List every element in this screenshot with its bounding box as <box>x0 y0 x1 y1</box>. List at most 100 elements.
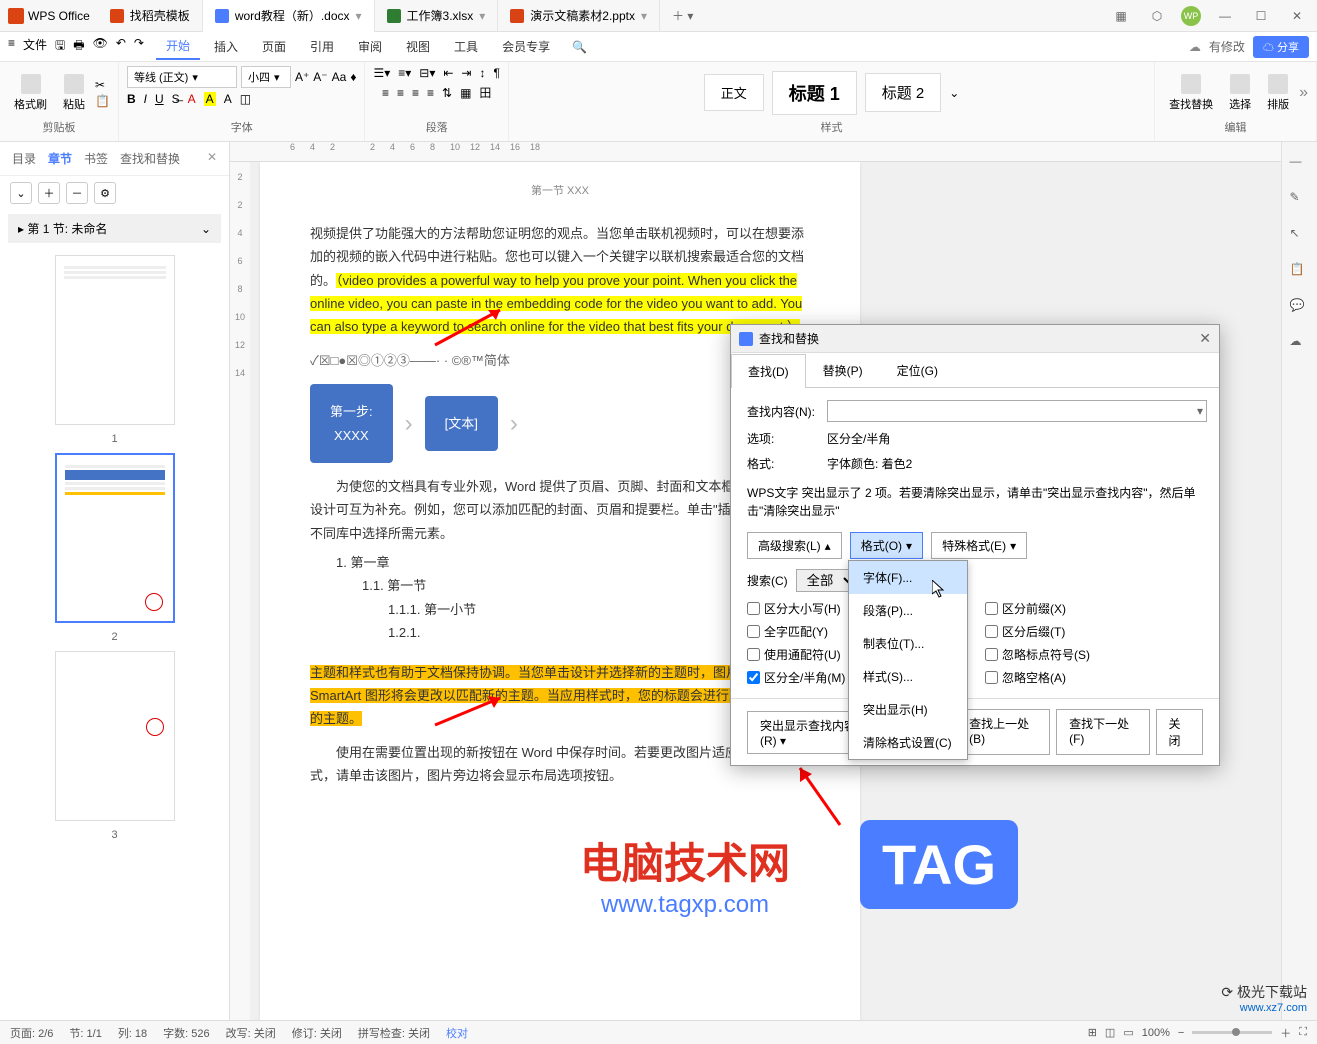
nav-tab-bookmarks[interactable]: 书签 <box>84 150 108 167</box>
status-section[interactable]: 节: 1/1 <box>69 1025 101 1041</box>
cut-icon[interactable]: ✂ <box>95 78 110 92</box>
status-column[interactable]: 列: 18 <box>118 1025 147 1041</box>
align-center-icon[interactable]: ≡ <box>397 86 404 100</box>
font-family-combo[interactable]: 等线 (正文) ▾ <box>127 66 237 88</box>
border-button[interactable]: ◫ <box>240 92 251 106</box>
borders-icon[interactable]: 田 <box>479 84 491 101</box>
menu-member[interactable]: 会员专享 <box>492 34 560 59</box>
tab-dropdown-icon[interactable]: ▾ <box>641 9 647 23</box>
undo-icon[interactable]: ↶ <box>116 36 126 57</box>
nav-section-header[interactable]: ▸ 第 1 节: 未命名 ⌄ <box>8 214 221 243</box>
menu-tools[interactable]: 工具 <box>444 34 488 59</box>
comment-icon[interactable]: 💬 <box>1290 298 1310 318</box>
status-revision[interactable]: 修订: 关闭 <box>292 1025 342 1041</box>
nav-settings-button[interactable]: ⚙ <box>94 182 116 204</box>
nav-tab-chapters[interactable]: 章节 <box>48 150 72 167</box>
special-format-button[interactable]: 特殊格式(E) ▾ <box>931 532 1027 559</box>
zoom-level[interactable]: 100% <box>1142 1027 1170 1039</box>
minimize-button[interactable]: — <box>1213 4 1237 28</box>
ribbon-expand-icon[interactable]: » <box>1299 84 1308 102</box>
page-thumb-3[interactable] <box>55 651 175 821</box>
settings-icon[interactable]: — <box>1290 154 1310 174</box>
pointer-icon[interactable]: ↖ <box>1290 226 1310 246</box>
section-menu-icon[interactable]: ⌄ <box>201 222 211 236</box>
pencil-icon[interactable]: ✎ <box>1290 190 1310 210</box>
tab-pptx[interactable]: 演示文稿素材2.pptx ▾ <box>498 0 660 32</box>
view-web-icon[interactable]: ◫ <box>1105 1026 1115 1039</box>
status-spell[interactable]: 拼写检查: 关闭 <box>358 1025 430 1041</box>
check-space[interactable]: 忽略空格(A) <box>985 669 1203 686</box>
italic-button[interactable]: I <box>144 92 147 106</box>
format-menu-tabs[interactable]: 制表位(T)... <box>849 627 967 660</box>
dialog-close-button[interactable]: ✕ <box>1199 330 1211 347</box>
check-suffix[interactable]: 区分后缀(T) <box>985 623 1203 640</box>
status-words[interactable]: 字数: 526 <box>163 1025 209 1041</box>
file-menu[interactable]: 文件 <box>23 36 47 57</box>
change-case-icon[interactable]: Aa <box>332 70 347 84</box>
nav-collapse-button[interactable]: ⌄ <box>10 182 32 204</box>
font-size-combo[interactable]: 小四 ▾ <box>241 66 291 88</box>
format-menu-style[interactable]: 样式(S)... <box>849 660 967 693</box>
highlight-color-button[interactable]: A <box>204 92 216 106</box>
dialog-tab-goto[interactable]: 定位(G) <box>880 353 955 387</box>
page-thumb-2[interactable] <box>55 453 175 623</box>
tab-add-button[interactable]: ＋ ▾ <box>660 7 705 24</box>
tab-templates[interactable]: 找稻壳模板 <box>98 0 203 32</box>
horizontal-ruler[interactable]: 642 246 81012 141618 <box>230 142 1281 162</box>
zoom-out-button[interactable]: − <box>1178 1027 1184 1039</box>
check-punct[interactable]: 忽略标点符号(S) <box>985 646 1203 663</box>
clipboard-icon[interactable]: 📋 <box>1290 262 1310 282</box>
styles-more-icon[interactable]: ⌄ <box>949 86 959 100</box>
dialog-titlebar[interactable]: 查找和替换 ✕ <box>731 325 1219 353</box>
numbering-icon[interactable]: ≡▾ <box>398 66 411 80</box>
increase-indent-icon[interactable]: ⇥ <box>461 66 471 80</box>
menu-start[interactable]: 开始 <box>156 33 200 60</box>
tab-dropdown-icon[interactable]: ▾ <box>479 9 485 23</box>
dialog-close-button-footer[interactable]: 关闭 <box>1156 709 1204 755</box>
view-outline-icon[interactable]: ▭ <box>1123 1026 1133 1039</box>
multilevel-icon[interactable]: ⊟▾ <box>419 66 435 80</box>
font-color-button[interactable]: A <box>188 92 196 106</box>
zoom-slider[interactable] <box>1192 1031 1272 1034</box>
print-icon[interactable]: 🖶 <box>73 36 84 57</box>
format-menu-highlight[interactable]: 突出显示(H) <box>849 693 967 726</box>
style-heading1[interactable]: 标题 1 <box>772 71 857 115</box>
underline-button[interactable]: U <box>155 92 164 106</box>
align-left-icon[interactable]: ≡ <box>382 86 389 100</box>
tab-xlsx[interactable]: 工作簿3.xlsx ▾ <box>375 0 499 32</box>
menu-review[interactable]: 审阅 <box>348 34 392 59</box>
zoom-in-button[interactable]: ＋ <box>1280 1025 1291 1041</box>
share-button[interactable]: ☁ 分享 <box>1253 36 1309 58</box>
check-prefix[interactable]: 区分前缀(X) <box>985 600 1203 617</box>
decrease-indent-icon[interactable]: ⇤ <box>443 66 453 80</box>
nav-remove-button[interactable]: － <box>66 182 88 204</box>
bullets-icon[interactable]: ☰▾ <box>373 66 390 80</box>
nav-add-button[interactable]: ＋ <box>38 182 60 204</box>
cloud-icon[interactable]: ☁ <box>1290 334 1310 354</box>
paste-button[interactable]: 粘贴 <box>57 72 91 114</box>
sort-icon[interactable]: ↕ <box>479 66 485 80</box>
format-menu-font[interactable]: 字体(F)... <box>849 561 967 594</box>
style-normal[interactable]: 正文 <box>704 74 764 111</box>
user-avatar[interactable]: WP <box>1181 6 1201 26</box>
tab-dropdown-icon[interactable]: ▾ <box>356 9 362 23</box>
cube-icon[interactable]: ⬡ <box>1145 4 1169 28</box>
format-menu-clear[interactable]: 清除格式设置(C) <box>849 726 967 759</box>
menu-icon[interactable]: ≡ <box>8 36 15 57</box>
format-menu-paragraph[interactable]: 段落(P)... <box>849 594 967 627</box>
style-heading2[interactable]: 标题 2 <box>865 73 942 112</box>
bold-button[interactable]: B <box>127 92 136 106</box>
show-marks-icon[interactable]: ¶ <box>493 66 499 80</box>
shading-icon[interactable]: ▦ <box>460 86 471 100</box>
dialog-tab-replace[interactable]: 替换(P) <box>806 353 880 387</box>
strikethrough-button[interactable]: S̶ <box>172 92 180 106</box>
menu-insert[interactable]: 插入 <box>204 34 248 59</box>
status-proof[interactable]: 校对 <box>446 1025 468 1041</box>
save-icon[interactable]: 🖫 <box>55 36 65 57</box>
preview-icon[interactable]: 👁 <box>93 36 108 57</box>
nav-tab-findreplace[interactable]: 查找和替换 <box>120 150 180 167</box>
align-right-icon[interactable]: ≡ <box>412 86 419 100</box>
clear-format-icon[interactable]: ♦ <box>350 70 356 84</box>
maximize-button[interactable]: ☐ <box>1249 4 1273 28</box>
select-button[interactable]: 选择 <box>1223 72 1257 114</box>
